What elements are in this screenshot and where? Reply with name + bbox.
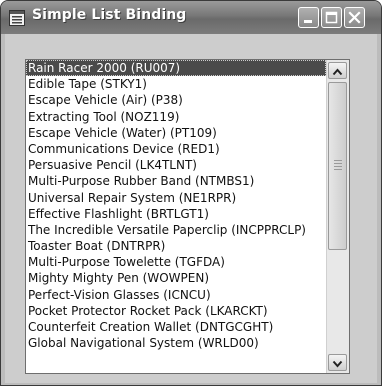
thumb-grip-line: [334, 166, 342, 167]
thumb-grip-line: [334, 169, 342, 170]
list-item[interactable]: Universal Repair System (NE1RPR): [26, 190, 326, 206]
scroll-down-button[interactable]: [328, 354, 347, 371]
window-title: Simple List Binding: [32, 7, 187, 23]
list-item[interactable]: Persuasive Pencil (LK4TLNT): [26, 157, 326, 173]
list-item[interactable]: Communications Device (RED1): [26, 141, 326, 157]
list-item[interactable]: Mighty Mighty Pen (WOWPEN): [26, 270, 326, 286]
maximize-button[interactable]: [321, 7, 342, 28]
list-item[interactable]: Escape Vehicle (Water) (PT109): [26, 125, 326, 141]
list-item[interactable]: Multi-Purpose Towelette (TGFDA): [26, 254, 326, 270]
list-item[interactable]: Edible Tape (STKY1): [26, 76, 326, 92]
list-item[interactable]: The Incredible Versatile Paperclip (INCP…: [26, 222, 326, 238]
maximize-icon: [325, 11, 338, 24]
minimize-icon: [302, 11, 315, 24]
product-listbox[interactable]: Rain Racer 2000 (RU007) Edible Tape (STK…: [25, 59, 350, 374]
minimize-button[interactable]: [298, 7, 319, 28]
list-item[interactable]: Escape Vehicle (Air) (P38): [26, 92, 326, 108]
list-item[interactable]: Rain Racer 2000 (RU007): [26, 60, 326, 77]
list-item[interactable]: Perfect-Vision Glasses (ICNCU): [26, 287, 326, 303]
list-item[interactable]: Counterfeit Creation Wallet (DNTGCGHT): [26, 319, 326, 335]
scroll-up-arrow-icon: [332, 61, 343, 80]
list-window-icon[interactable]: [9, 10, 25, 26]
list-item[interactable]: Extracting Tool (NOZ119): [26, 109, 326, 125]
app-window: Simple List Binding Rain Racer 2000 (RU0…: [0, 0, 382, 386]
list-item[interactable]: Pocket Protector Rocket Pack (LKARCKT): [26, 303, 326, 319]
thumb-grip-line: [334, 163, 342, 164]
list-item[interactable]: Multi-Purpose Rubber Band (NTMBS1): [26, 173, 326, 189]
list-item[interactable]: Toaster Boat (DNTRPR): [26, 238, 326, 254]
list-item[interactable]: Global Navigational System (WRLD00): [26, 335, 326, 351]
title-bar[interactable]: Simple List Binding: [1, 1, 381, 34]
close-icon: [348, 11, 361, 24]
scroll-down-arrow-icon: [332, 353, 343, 372]
list-item[interactable]: Effective Flashlight (BRTLGT1): [26, 206, 326, 222]
close-button[interactable]: [344, 7, 365, 28]
vertical-scrollbar[interactable]: [326, 60, 349, 373]
scroll-up-button[interactable]: [328, 62, 347, 79]
thumb-grip-line: [334, 160, 342, 161]
scrollbar-thumb[interactable]: [328, 82, 347, 250]
client-area: Rain Racer 2000 (RU007) Edible Tape (STK…: [5, 34, 377, 383]
listbox-items: Rain Racer 2000 (RU007) Edible Tape (STK…: [26, 60, 326, 373]
